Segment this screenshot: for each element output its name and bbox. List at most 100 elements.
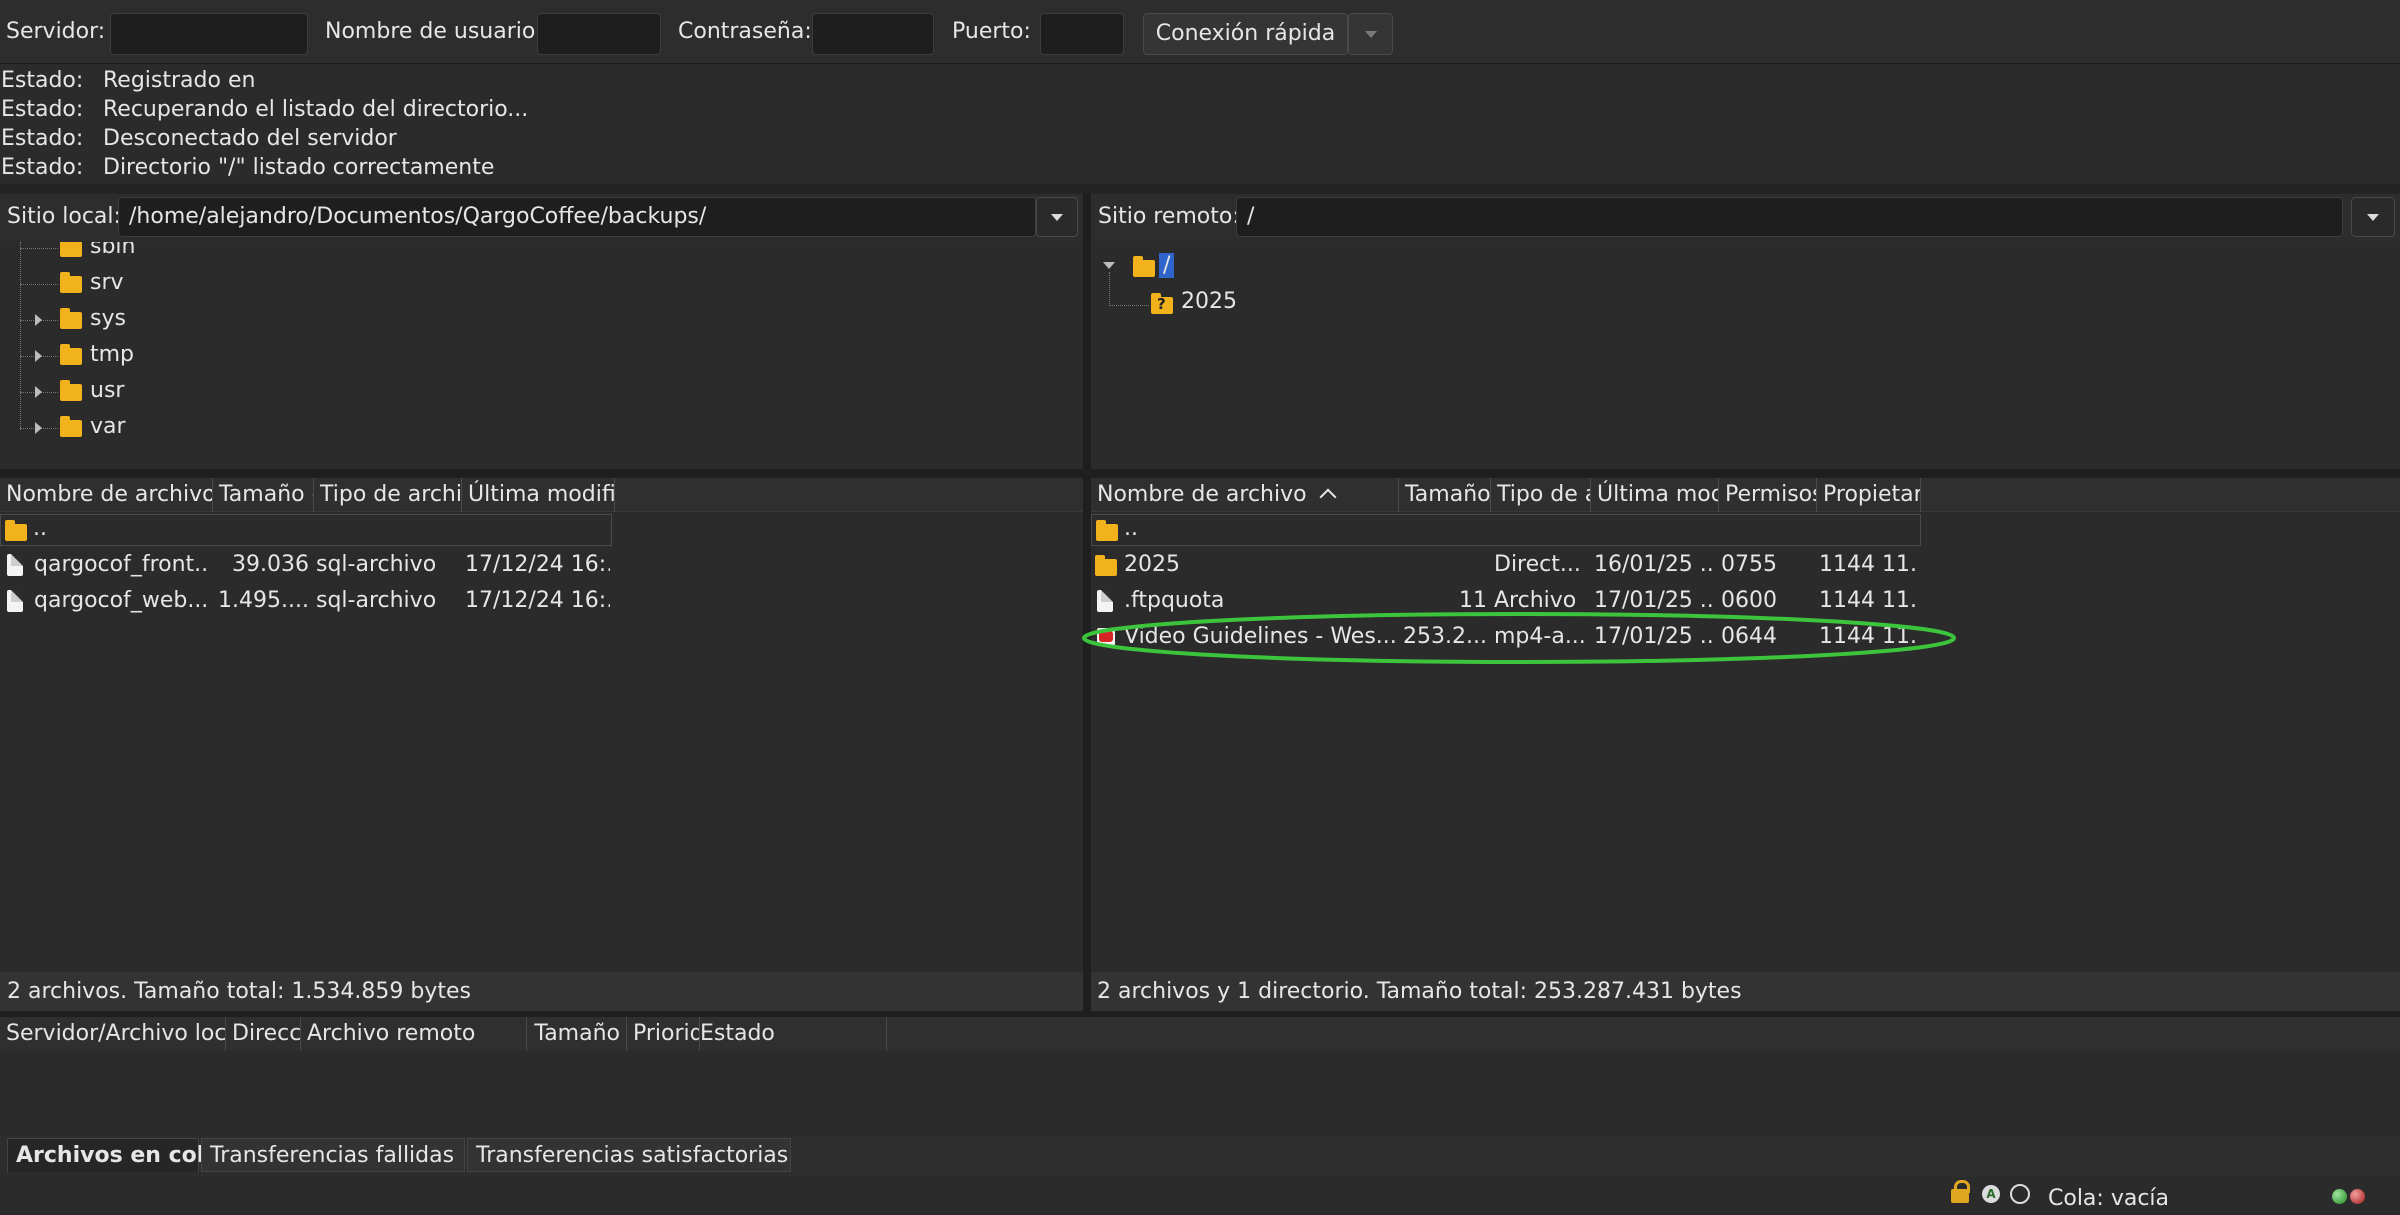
expand-arrow-icon[interactable]	[35, 386, 42, 398]
local-file-list[interactable]: Nombre de archivo Tamaño d Tipo de archi…	[0, 478, 1083, 972]
queue-col-size[interactable]: Tamaño	[527, 1017, 627, 1051]
tree-item-label: srv	[90, 270, 124, 295]
local-status-bar: 2 archivos. Tamaño total: 1.534.859 byte…	[0, 972, 1083, 1011]
port-input[interactable]	[1040, 13, 1124, 55]
cell-size	[1401, 548, 1487, 582]
activity-red-led-icon	[2350, 1189, 2365, 1204]
tab-successful-transfers[interactable]: Transferencias satisfactorias	[467, 1138, 791, 1172]
remote-col-size[interactable]: Tamaño	[1399, 478, 1491, 512]
cell-type: sql-archivo	[316, 588, 437, 613]
cell-type: Direct...	[1494, 552, 1581, 577]
server-input[interactable]	[110, 13, 308, 55]
local-status-text: 2 archivos. Tamaño total: 1.534.859 byte…	[7, 979, 471, 1004]
tree-item-label: sys	[90, 306, 126, 331]
remote-status-bar: 2 archivos y 1 directorio. Tamaño total:…	[1091, 972, 2400, 1011]
table-row[interactable]: qargocof_web... 1.495.... sql-archivo 17/12…	[0, 584, 612, 618]
expand-arrow-icon[interactable]	[35, 422, 42, 434]
bottom-status-bar: A Cola: vacía	[0, 1177, 2400, 1215]
remote-site-bar: Sitio remoto: /	[1091, 194, 2400, 242]
queue-col-remote[interactable]: Archivo remoto	[301, 1017, 527, 1051]
tree-item[interactable]: usr	[0, 374, 600, 408]
quickconnect-button[interactable]: Conexión rápida	[1143, 13, 1348, 55]
queue-status-text: Cola: vacía	[2048, 1186, 2170, 1211]
local-directory-tree[interactable]: sbin srv sys tmp usr var	[0, 242, 1083, 469]
activity-green-led-icon	[2332, 1189, 2347, 1204]
remote-col-name[interactable]: Nombre de archivo	[1091, 478, 1399, 512]
remote-list-header: Nombre de archivo Tamaño Tipo de a Últim…	[1091, 478, 2400, 512]
username-input[interactable]	[537, 13, 661, 55]
local-parent-row[interactable]: ..	[0, 514, 612, 546]
folder-icon	[5, 520, 27, 541]
table-row[interactable]: 2025 Direct... 16/01/25 ...0755 1144 11...	[1091, 548, 1921, 582]
remote-tree-root[interactable]: /	[1159, 253, 1175, 278]
username-label: Nombre de usuario:	[325, 19, 543, 44]
local-col-modified[interactable]: Última modific	[462, 478, 615, 512]
cell-type: sql-archivo	[316, 552, 437, 577]
table-row[interactable]: qargocof_front... 39.036 sql-archivo 17/12/…	[0, 548, 612, 582]
cell-permissions: 0755	[1721, 552, 1777, 577]
remote-file-list[interactable]: Nombre de archivo Tamaño Tipo de a Últim…	[1082, 478, 2400, 972]
quickconnect-history-button[interactable]	[1348, 13, 1393, 55]
tab-queued-files[interactable]: Archivos en cola	[7, 1138, 219, 1172]
cell-modified: 17/12/24 16:...	[465, 588, 610, 613]
folder-icon	[1133, 256, 1155, 277]
folder-icon	[60, 344, 82, 365]
log-key: Estado:	[1, 155, 84, 180]
cell-name: qargocof_front...	[34, 552, 209, 577]
remote-path-combobox[interactable]: /	[1236, 197, 2343, 237]
gauge-icon[interactable]	[2010, 1184, 2030, 1204]
local-col-name[interactable]: Nombre de archivo	[0, 478, 213, 512]
expand-arrow-icon[interactable]	[35, 314, 42, 326]
file-icon	[7, 590, 23, 612]
server-label: Servidor:	[6, 19, 106, 44]
remote-path-dropdown[interactable]	[2351, 197, 2395, 237]
queue-col-server[interactable]: Servidor/Archivo loca	[0, 1017, 226, 1051]
transfer-queue[interactable]: Servidor/Archivo loca Direcc Archivo rem…	[0, 1017, 2400, 1135]
remote-col-type[interactable]: Tipo de a	[1491, 478, 1591, 512]
queue-col-priority[interactable]: Priorid	[627, 1017, 700, 1051]
tree-item[interactable]: var	[0, 410, 600, 444]
log-key: Estado:	[1, 68, 84, 93]
tree-item[interactable]: srv	[0, 266, 600, 300]
log-key: Estado:	[1, 126, 84, 151]
expand-arrow-icon[interactable]	[35, 350, 42, 362]
tab-failed-transfers[interactable]: Transferencias fallidas	[201, 1138, 465, 1172]
local-path-combobox[interactable]: /home/alejandro/Documentos/QargoCoffee/b…	[118, 197, 1036, 237]
file-icon	[7, 554, 23, 576]
speed-limit-icon[interactable]: A	[1982, 1185, 2000, 1203]
message-log[interactable]: Estado: Registrado en Estado: Recuperando e…	[0, 64, 2400, 184]
lock-shackle	[1954, 1180, 1970, 1193]
folder-icon	[60, 242, 82, 257]
remote-directory-tree[interactable]: / ? 2025	[1091, 242, 2400, 469]
local-col-type[interactable]: Tipo de archivo	[314, 478, 462, 512]
remote-parent-row[interactable]: ..	[1091, 514, 1921, 546]
password-input[interactable]	[812, 13, 934, 55]
folder-icon	[60, 308, 82, 329]
collapse-arrow-icon[interactable]	[1103, 262, 1115, 269]
remote-col-owner[interactable]: Propietari	[1817, 478, 1921, 512]
folder-icon	[60, 416, 82, 437]
folder-icon	[60, 272, 82, 293]
quickconnect-bar: Servidor: Nombre de usuario: Contraseña:…	[0, 0, 2400, 64]
highlight-ellipse-shape	[1082, 612, 1956, 664]
remote-site-label: Sitio remoto:	[1098, 204, 1240, 229]
folder-icon	[60, 380, 82, 401]
queue-col-status[interactable]: Estado	[694, 1017, 887, 1051]
remote-tree-child[interactable]: 2025	[1181, 289, 1237, 314]
local-col-size[interactable]: Tamaño d	[213, 478, 314, 512]
highlight-ellipse	[1082, 612, 1956, 664]
local-path-dropdown[interactable]	[1036, 197, 1078, 237]
cell-owner: 1144 11...	[1819, 552, 1919, 577]
cell-size: 39.036	[232, 552, 309, 577]
tree-item[interactable]: sys	[0, 302, 600, 336]
queue-col-direction[interactable]: Direcc	[226, 1017, 301, 1051]
cell-name: qargocof_web...	[34, 588, 209, 613]
local-path-value: /home/alejandro/Documentos/QargoCoffee/b…	[129, 204, 707, 229]
tree-item[interactable]: tmp	[0, 338, 600, 372]
remote-col-modified[interactable]: Última mod	[1591, 478, 1719, 512]
tree-item[interactable]: sbin	[0, 242, 600, 264]
remote-col-permissions[interactable]: Permisos	[1719, 478, 1817, 512]
log-key: Estado:	[1, 97, 84, 122]
sort-ascending-icon	[1319, 488, 1337, 506]
log-message: Recuperando el listado del directorio...	[103, 97, 529, 122]
